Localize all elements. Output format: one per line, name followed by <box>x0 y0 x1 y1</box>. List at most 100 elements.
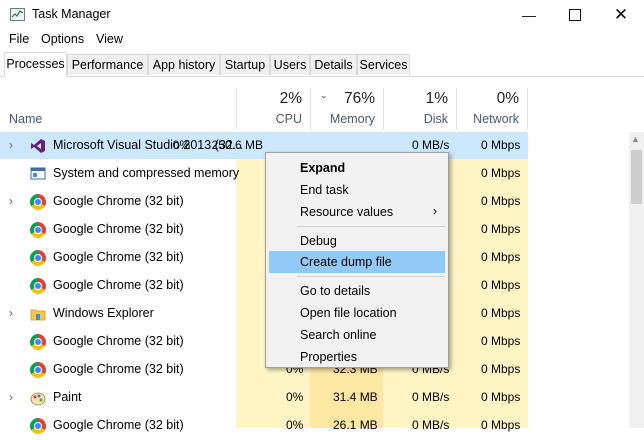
column-header-name[interactable]: Name <box>9 112 42 126</box>
menu-view[interactable]: View <box>96 32 123 46</box>
column-header-disk[interactable]: 1% Disk <box>383 88 456 130</box>
menu-item-go-to-details[interactable]: Go to details <box>269 280 445 302</box>
context-menu: Expand End task Resource values › Debug … <box>265 152 449 368</box>
menu-item-create-dump-file[interactable]: Create dump file <box>269 251 445 273</box>
menu-item-resource-values[interactable]: Resource values › <box>269 201 445 223</box>
expand-chevron-icon[interactable]: › <box>9 306 13 320</box>
cpu-value: 0% <box>286 418 304 432</box>
menu-file[interactable]: File <box>9 32 29 46</box>
tab-services[interactable]: Services <box>357 54 410 75</box>
menu-separator <box>297 226 445 227</box>
menu-item-search-online[interactable]: Search online <box>269 324 445 346</box>
chrome-icon <box>30 278 46 294</box>
tab-performance[interactable]: Performance <box>67 54 148 75</box>
network-value: 0 Mbps <box>481 306 521 320</box>
network-value: 0 Mbps <box>481 278 521 292</box>
chrome-icon <box>30 334 46 350</box>
scrollbar-thumb[interactable] <box>631 150 642 204</box>
expand-chevron-icon[interactable]: › <box>9 390 13 404</box>
paint-icon <box>30 390 46 406</box>
title-bar: Task Manager — ✕ <box>0 0 644 30</box>
window-title: Task Manager <box>32 7 111 21</box>
process-name: Paint <box>53 390 82 404</box>
minimize-icon: — <box>522 7 536 23</box>
network-value: 0 Mbps <box>481 138 521 152</box>
chrome-icon <box>30 418 46 434</box>
chrome-icon <box>30 194 46 210</box>
tab-app-history[interactable]: App history <box>148 54 220 75</box>
menu-item-open-file-location[interactable]: Open file location <box>269 302 445 324</box>
disk-value: 0 MB/s <box>412 418 450 432</box>
menu-separator <box>297 276 445 277</box>
network-value: 0 Mbps <box>481 334 521 348</box>
process-name: Google Chrome (32 bit) <box>53 250 184 264</box>
column-header-cpu[interactable]: 2% CPU <box>236 88 310 130</box>
menu-item-label: Search online <box>300 328 377 342</box>
close-button[interactable]: ✕ <box>598 0 644 30</box>
column-header-network[interactable]: 0% Network <box>456 88 528 130</box>
process-name: Google Chrome (32 bit) <box>53 334 184 348</box>
tab-processes[interactable]: Processes <box>4 52 67 77</box>
memory-value: 31.4 MB <box>333 390 378 404</box>
process-name: Google Chrome (32 bit) <box>53 278 184 292</box>
process-name: Google Chrome (32 bit) <box>53 418 184 432</box>
network-value: 0 Mbps <box>481 166 521 180</box>
disk-label: Disk <box>423 112 448 126</box>
memory-total: 76% <box>343 90 375 107</box>
memory-value: 250.6 MB <box>211 138 263 152</box>
network-value: 0 Mbps <box>481 194 521 208</box>
tab-users[interactable]: Users <box>270 54 310 75</box>
network-value: 0 Mbps <box>481 390 521 404</box>
folder-icon <box>30 306 46 322</box>
menu-item-properties[interactable]: Properties <box>269 346 445 368</box>
table-row[interactable]: Google Chrome (32 bit) 0% 26.1 MB 0 MB/s… <box>0 412 530 440</box>
maximize-button[interactable] <box>552 0 598 30</box>
task-manager-icon <box>10 8 25 21</box>
close-icon: ✕ <box>613 5 629 24</box>
minimize-button[interactable]: — <box>506 0 552 30</box>
menu-item-label: Open file location <box>300 306 397 320</box>
cpu-total: 2% <box>279 90 302 107</box>
menu-item-label: End task <box>300 183 349 197</box>
submenu-arrow-icon: › <box>433 204 437 218</box>
visual-studio-icon <box>30 138 46 154</box>
scroll-up-icon[interactable]: ▲ <box>631 134 640 144</box>
expand-chevron-icon[interactable]: › <box>9 138 13 152</box>
menu-item-end-task[interactable]: End task <box>269 179 445 201</box>
disk-value: 0 MB/s <box>412 390 450 404</box>
process-name: Google Chrome (32 bit) <box>53 222 184 236</box>
chrome-icon <box>30 362 46 378</box>
cpu-value: 0% <box>172 138 190 152</box>
expand-chevron-icon[interactable]: › <box>9 194 13 208</box>
tab-bar: Processes Performance App history Startu… <box>0 52 644 77</box>
network-value: 0 Mbps <box>481 222 521 236</box>
menu-item-label: Debug <box>300 234 337 248</box>
disk-value-text: 0 MB/s <box>412 138 450 152</box>
system-icon <box>30 166 46 182</box>
menu-item-label: Create dump file <box>300 255 392 269</box>
chrome-icon <box>30 250 46 266</box>
memory-value: 26.1 MB <box>333 418 378 432</box>
table-row[interactable]: › Paint 0% 31.4 MB 0 MB/s 0 Mbps <box>0 384 530 412</box>
network-value: 0 Mbps <box>481 362 521 376</box>
menu-item-label: Properties <box>300 350 357 364</box>
chrome-icon <box>30 222 46 238</box>
tab-details[interactable]: Details <box>310 54 357 75</box>
tab-startup[interactable]: Startup <box>220 54 270 75</box>
process-name: Google Chrome (32 bit) <box>53 362 184 376</box>
sort-down-icon: ⌄ <box>320 90 328 100</box>
menu-item-label: Go to details <box>300 284 371 298</box>
maximize-icon <box>569 9 581 21</box>
memory-label: Memory <box>329 112 375 126</box>
menu-options[interactable]: Options <box>41 32 84 46</box>
menu-item-label: Resource values <box>300 205 394 219</box>
menu-item-expand[interactable]: Expand <box>269 157 445 179</box>
cpu-value: 0% <box>286 390 304 404</box>
menu-item-debug[interactable]: Debug <box>269 230 445 252</box>
network-value: 0 Mbps <box>481 418 521 432</box>
network-total: 0% <box>496 90 519 107</box>
network-value: 0 Mbps <box>481 250 521 264</box>
menu-item-label: Expand <box>300 161 346 175</box>
disk-total: 1% <box>425 90 448 107</box>
cpu-label: CPU <box>275 112 302 126</box>
